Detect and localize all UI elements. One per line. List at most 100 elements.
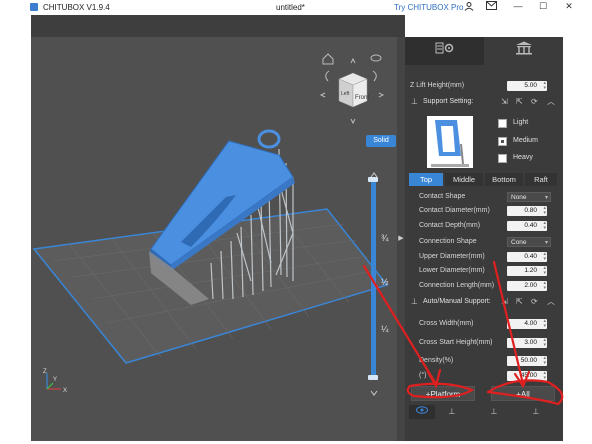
angle-input[interactable]: 45.00 ▴ ▾: [507, 371, 547, 381]
param-label: Lower Diameter(mm): [419, 267, 485, 274]
lower-diameter-input[interactable]: 1.20 ▴ ▾: [507, 266, 547, 276]
contact-shape-select[interactable]: None ▾: [507, 192, 551, 202]
svg-text:X: X: [63, 388, 67, 394]
view-cube-front-label: Front: [355, 95, 369, 101]
import-icon[interactable]: ⇲: [501, 95, 508, 109]
panel-tabs: [405, 37, 563, 65]
tab-supports[interactable]: [484, 37, 563, 65]
import-icon[interactable]: ⇲: [501, 295, 508, 309]
support-sub-tabs: Top Middle Bottom Raft: [409, 173, 557, 186]
slider-mark-three-quarter: ¾: [381, 233, 389, 243]
rotate-right-icon[interactable]: [372, 70, 377, 82]
arrow-down-icon[interactable]: [350, 118, 356, 125]
support-setting-header: ⊥ Support Setting: ⇲ ⇱ ⟳ ︿: [405, 95, 563, 109]
medium-checkbox[interactable]: [498, 137, 507, 146]
param-label: Cross Width(mm): [419, 320, 474, 327]
medium-label: Medium: [513, 137, 538, 144]
mail-icon[interactable]: [484, 1, 498, 13]
export-icon[interactable]: ⇱: [516, 295, 523, 309]
visibility-icon[interactable]: [409, 405, 435, 419]
add-all-supports-button[interactable]: +All: [491, 386, 555, 401]
slider-mark-half: ½: [381, 277, 389, 287]
export-icon[interactable]: ⇱: [516, 95, 523, 109]
cross-width-input[interactable]: 4.00 ▴ ▾: [507, 319, 547, 329]
heavy-label: Heavy: [513, 154, 533, 161]
panel-collapse-icon[interactable]: ▶: [397, 232, 405, 246]
auto-support-icon: ⊥: [411, 297, 418, 306]
view-cube[interactable]: Front Left: [338, 72, 369, 108]
add-platform-supports-button[interactable]: +Platform: [411, 386, 475, 401]
add-support-tool-icon[interactable]: ⊥: [439, 405, 465, 419]
arrow-left-icon[interactable]: [319, 92, 326, 98]
settings-icon: [435, 42, 453, 54]
density-input[interactable]: 50.00 ▴ ▾: [507, 356, 547, 366]
close-button[interactable]: ✕: [562, 1, 576, 13]
tab-top[interactable]: Top: [409, 173, 443, 186]
collapse-icon[interactable]: ︿: [547, 95, 555, 109]
3d-viewport[interactable]: Front Left Z X Y Solid ¾ ½ ¼: [31, 37, 405, 441]
maximize-button[interactable]: ☐: [536, 1, 550, 13]
upper-diameter-input[interactable]: 0.40 ▴ ▾: [507, 252, 547, 262]
param-label: Contact Depth(mm): [419, 222, 481, 229]
connection-shape-select[interactable]: Cone ▾: [507, 237, 551, 247]
arrow-right-icon[interactable]: [378, 92, 385, 98]
param-label: (°): [419, 372, 427, 379]
reset-icon[interactable]: ⟳: [531, 95, 538, 109]
param-label: Upper Diameter(mm): [419, 253, 485, 260]
z-lift-height-label: Z Lift Height(mm): [410, 82, 465, 89]
title-bar: CHITUBOX V1.9.4 untitled* Try CHITUBOX P…: [0, 0, 592, 15]
edit-support-tool-icon[interactable]: ⊥: [481, 405, 507, 419]
user-icon[interactable]: [462, 1, 476, 13]
connection-length-input[interactable]: 2.00 ▴ ▾: [507, 281, 547, 291]
minimize-button[interactable]: —: [511, 1, 525, 13]
svg-text:Y: Y: [53, 377, 57, 383]
cross-start-height-input[interactable]: 3.00 ▴ ▾: [507, 338, 547, 348]
view-cube-left-label: Left: [341, 91, 350, 97]
light-checkbox[interactable]: [498, 119, 507, 128]
param-label: Connection Shape: [419, 238, 477, 245]
param-label: Connection Length(mm): [419, 282, 495, 289]
contact-diameter-input[interactable]: 0.80 ▴ ▾: [507, 206, 547, 216]
try-pro-link[interactable]: Try CHITUBOX Pro: [394, 3, 463, 12]
param-label: Contact Diameter(mm): [419, 207, 490, 214]
tab-settings[interactable]: [405, 37, 484, 65]
render-mode-button[interactable]: Solid: [366, 135, 396, 147]
app-title: CHITUBOX V1.9.4: [43, 3, 110, 12]
svg-text:Z: Z: [43, 369, 47, 375]
support-preview-image: [427, 116, 473, 168]
support-tool-bar: ⊥ ⊥ ⊥: [405, 405, 563, 419]
z-lift-height-input[interactable]: 5.00 ▴ ▾: [507, 81, 547, 91]
axis-gizmo: Z X Y: [43, 369, 67, 394]
toolbar-strip: [31, 15, 405, 37]
heavy-checkbox[interactable]: [498, 154, 507, 163]
light-label: Light: [513, 119, 529, 126]
tab-middle[interactable]: Middle: [445, 173, 483, 186]
layer-slider-top-handle[interactable]: [368, 177, 378, 182]
tab-raft[interactable]: Raft: [525, 173, 557, 186]
layer-slider[interactable]: [368, 177, 378, 380]
param-label: Cross Start Height(mm): [419, 339, 493, 346]
collapse-icon[interactable]: ︿: [547, 295, 555, 309]
param-label: Density(%): [419, 357, 454, 364]
support-setting-icon: ⊥: [411, 97, 418, 106]
layer-slider-track[interactable]: [371, 181, 376, 377]
contact-depth-input[interactable]: 0.40 ▴ ▾: [507, 221, 547, 231]
tab-bottom[interactable]: Bottom: [485, 173, 523, 186]
layer-slider-bottom-handle[interactable]: [368, 375, 378, 380]
eye-view-icon[interactable]: [370, 54, 382, 62]
slider-mark-quarter: ¼: [381, 324, 389, 334]
scene-render: Front Left Z X Y: [32, 53, 389, 396]
supports-icon: [515, 41, 532, 55]
chitubox-logo-icon: [30, 3, 38, 11]
auto-support-label: Auto/Manual Support:: [423, 298, 491, 305]
rotate-left-icon[interactable]: [325, 70, 330, 82]
param-label: Contact Shape: [419, 193, 466, 200]
slider-down-icon[interactable]: [370, 390, 378, 396]
support-setting-label: Support Setting:: [423, 98, 474, 105]
reset-icon[interactable]: ⟳: [531, 295, 538, 309]
delete-support-tool-icon[interactable]: ⊥: [523, 405, 549, 419]
document-title: untitled*: [276, 3, 305, 12]
home-view-icon[interactable]: [322, 53, 334, 65]
auto-support-header: ⊥ Auto/Manual Support: ⇲ ⇱ ⟳ ︿: [405, 295, 563, 309]
arrow-up-icon[interactable]: [350, 57, 356, 64]
